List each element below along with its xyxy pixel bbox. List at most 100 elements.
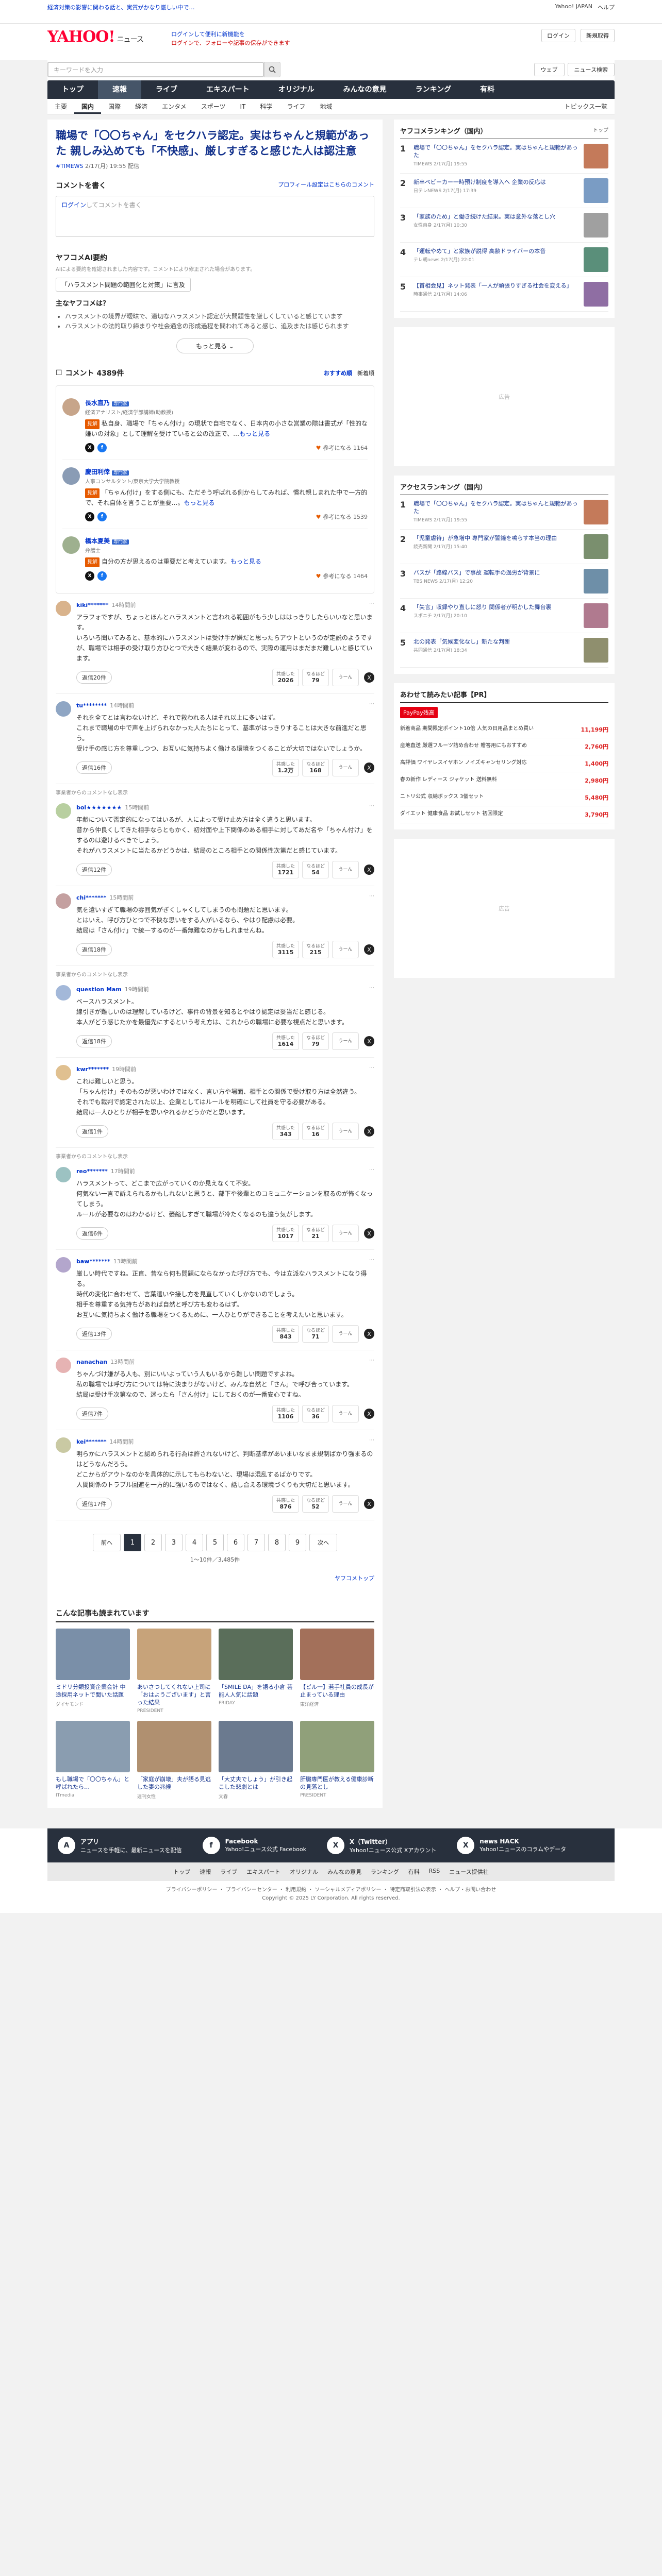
cat-science[interactable]: 科学 <box>253 99 279 114</box>
signup-button[interactable]: 新規取得 <box>581 29 615 42</box>
helpful-reaction[interactable]: ♥ 参考になる 1464 <box>316 572 368 580</box>
replies-button[interactable]: 返信17件 <box>76 1498 112 1510</box>
other-vote-button[interactable]: うーん <box>332 1032 359 1050</box>
avatar[interactable] <box>56 1065 71 1080</box>
page-button[interactable]: 7 <box>247 1534 265 1551</box>
yahoo-news-logo[interactable]: YAHOO! ニュース <box>47 28 144 46</box>
ranking-item[interactable]: 3 「家族のため」と働き続けた結果。実は意外な落とし穴 女性自身 2/17(月) 1… <box>400 208 608 243</box>
other-vote-button[interactable]: うーん <box>332 1225 359 1242</box>
cat-international[interactable]: 国際 <box>101 99 128 114</box>
downvote-button[interactable]: なるほど 52 <box>302 1495 329 1513</box>
downvote-button[interactable]: なるほど 79 <box>302 1032 329 1050</box>
facebook-share-icon[interactable]: f <box>97 571 107 581</box>
cat-entertainment[interactable]: エンタメ <box>155 99 194 114</box>
x-share-icon[interactable]: X <box>364 1409 374 1419</box>
prev-page-button[interactable]: 前へ <box>93 1534 121 1551</box>
page-button[interactable]: 4 <box>186 1534 203 1551</box>
downvote-button[interactable]: なるほど 79 <box>302 669 329 686</box>
page-button[interactable]: 1 <box>124 1534 141 1551</box>
read-more-link[interactable]: もっと見る <box>230 558 261 565</box>
upvote-button[interactable]: 共感した 1.2万 <box>272 759 299 776</box>
ranking-item[interactable]: 1 職場で「〇〇ちゃん」をセクハラ認定。実はちゃんと規範があった TIMEWS 2/… <box>400 139 608 174</box>
downvote-button[interactable]: なるほど 21 <box>302 1225 329 1242</box>
expert-name[interactable]: 橋本夏美 専門家 <box>85 536 368 545</box>
gnav-top[interactable]: トップ <box>47 80 98 99</box>
footer-nav-link[interactable]: ランキング <box>371 1868 399 1876</box>
report-link[interactable]: ⋯ <box>369 1065 374 1073</box>
footer-nav-link[interactable]: 速報 <box>200 1868 211 1876</box>
recommended-item[interactable]: ミドリ分類投資企業会計 中途採用ネットで聞いた話題 ダイヤモンド <box>56 1629 130 1714</box>
recommended-item[interactable]: 【ピル一】若手社員の成長が止まっている理由 東洋経済 <box>300 1629 374 1714</box>
comment-user[interactable]: kwr******* <box>76 1066 109 1073</box>
footer-nav-link[interactable]: ニュース提供社 <box>449 1868 488 1876</box>
expert-name[interactable]: 慶田利倖 専門家 <box>85 467 368 476</box>
helpful-reaction[interactable]: ♥ 参考になる 1539 <box>316 513 368 521</box>
footer-nav-link[interactable]: エキスパート <box>246 1868 280 1876</box>
footer-share-item[interactable]: X X（Twitter） Yahoo!ニュース公式 Xアカウント <box>327 1837 436 1854</box>
cat-economy[interactable]: 経済 <box>128 99 155 114</box>
upvote-button[interactable]: 共感した 1017 <box>272 1225 299 1242</box>
report-link[interactable]: ⋯ <box>369 1257 374 1265</box>
gnav-breaking[interactable]: 速報 <box>98 80 141 99</box>
other-vote-button[interactable]: うーん <box>332 861 359 878</box>
replies-button[interactable]: 返信18件 <box>76 1035 112 1047</box>
replies-button[interactable]: 返信16件 <box>76 761 112 774</box>
other-vote-button[interactable]: うーん <box>332 1123 359 1140</box>
ranking-item[interactable]: 4 「失言」収録やり直しに怒り 関係者が明かした舞台裏 スポニチ 2/17(月) 2… <box>400 599 608 633</box>
legal-links[interactable]: プライバシーポリシー ・ プライバシーセンター ・ 利用規約 ・ ソーシャルメデ… <box>47 1886 615 1894</box>
cat-main[interactable]: 主要 <box>47 99 74 114</box>
avatar[interactable] <box>56 701 71 717</box>
x-share-icon[interactable]: X <box>364 865 374 875</box>
downvote-button[interactable]: なるほど 215 <box>302 941 329 958</box>
page-button[interactable]: 9 <box>289 1534 306 1551</box>
recommended-item[interactable]: 「大丈夫でしょう」が引き起こした悲劇とは 文春 <box>219 1721 293 1800</box>
x-share-icon[interactable]: X <box>85 571 94 581</box>
recommended-item[interactable]: 「家庭が崩壊」夫が語る見逃した妻の兆候 週刊女性 <box>137 1721 211 1800</box>
x-share-icon[interactable]: X <box>364 1329 374 1339</box>
report-link[interactable]: ⋯ <box>369 1167 374 1175</box>
other-vote-button[interactable]: うーん <box>332 1405 359 1422</box>
avatar[interactable] <box>56 803 71 819</box>
topics-list-link[interactable]: トピックス一覧 <box>557 99 615 114</box>
shopping-item[interactable]: ダイエット 健康食品 お試しセット 初回限定 3,790円 <box>400 806 608 823</box>
gnav-original[interactable]: オリジナル <box>264 80 329 99</box>
recommended-item[interactable]: 「SMILE DA」を語る小倉 芸能人人気に話題 FRIDAY <box>219 1629 293 1714</box>
x-share-icon[interactable]: X <box>85 443 94 452</box>
shopping-item[interactable]: 産地直送 厳選フルーツ詰め合わせ 贈答用にもおすすめ 2,760円 <box>400 738 608 755</box>
x-share-icon[interactable]: X <box>364 1036 374 1046</box>
advertisement[interactable]: 広告 <box>394 839 615 978</box>
downvote-button[interactable]: なるほど 36 <box>302 1405 329 1422</box>
upvote-button[interactable]: 共感した 1614 <box>272 1032 299 1050</box>
replies-button[interactable]: 返信7件 <box>76 1408 108 1420</box>
comment-login-link[interactable]: ログイン <box>61 201 86 209</box>
comment-user[interactable]: chi******* <box>76 894 106 901</box>
ai-more-button[interactable]: もっと見る ⌄ <box>176 338 254 353</box>
notice-line-1[interactable]: ログインして便利に新機能を <box>171 30 290 39</box>
cat-sports[interactable]: スポーツ <box>194 99 233 114</box>
shopping-item[interactable]: ニトリ公式 収納ボックス 3個セット 5,480円 <box>400 789 608 806</box>
report-link[interactable]: ⋯ <box>369 1437 374 1446</box>
replies-button[interactable]: 返信1件 <box>76 1125 108 1138</box>
avatar[interactable] <box>56 1358 71 1373</box>
footer-nav-link[interactable]: ライブ <box>220 1868 237 1876</box>
shopping-item[interactable]: 高評価 ワイヤレスイヤホン ノイズキャンセリング対応 1,400円 <box>400 755 608 772</box>
ranking-item[interactable]: 5 【首相会見】ネット発表「一人が頑張りすぎる社会を変える」 時事通信 2/17(月… <box>400 277 608 312</box>
news-search-button[interactable]: ニュース検索 <box>567 63 615 76</box>
sort-new[interactable]: 新着順 <box>357 369 374 377</box>
replies-button[interactable]: 返信13件 <box>76 1328 112 1340</box>
cat-life[interactable]: ライフ <box>279 99 312 114</box>
ranking-item[interactable]: 5 北の発表「気候変化なし」新たな判断 共同通信 2/17(月) 18:34 <box>400 633 608 668</box>
other-vote-button[interactable]: うーん <box>332 941 359 958</box>
ranking-item[interactable]: 1 職場で「〇〇ちゃん」をセクハラ認定。実はちゃんと規範があった TIMEWS 2/… <box>400 495 608 530</box>
ranking-item[interactable]: 3 バスが「路線バス」で事故 運転手の過労が背景に TBS NEWS 2/17(月)… <box>400 564 608 599</box>
downvote-button[interactable]: なるほど 54 <box>302 861 329 878</box>
footer-share-item[interactable]: Xnews HACK Yahoo!ニュースのコラムやデータ <box>457 1837 566 1854</box>
sort-recommend[interactable]: おすすめ順 <box>324 369 352 377</box>
avatar[interactable] <box>56 985 71 1001</box>
avatar[interactable] <box>56 1257 71 1273</box>
ranking-item[interactable]: 2 「児童虐待」が急増中 専門家が警鐘を鳴らす本当の理由 読売新聞 2/17(月) … <box>400 530 608 564</box>
replies-button[interactable]: 返信6件 <box>76 1227 108 1240</box>
avatar[interactable] <box>62 398 80 416</box>
cat-it[interactable]: IT <box>233 99 253 114</box>
article-title[interactable]: 職場で「〇〇ちゃん」をセクハラ認定。実はちゃんと規範があった 親しみ込めても「不… <box>56 128 374 159</box>
